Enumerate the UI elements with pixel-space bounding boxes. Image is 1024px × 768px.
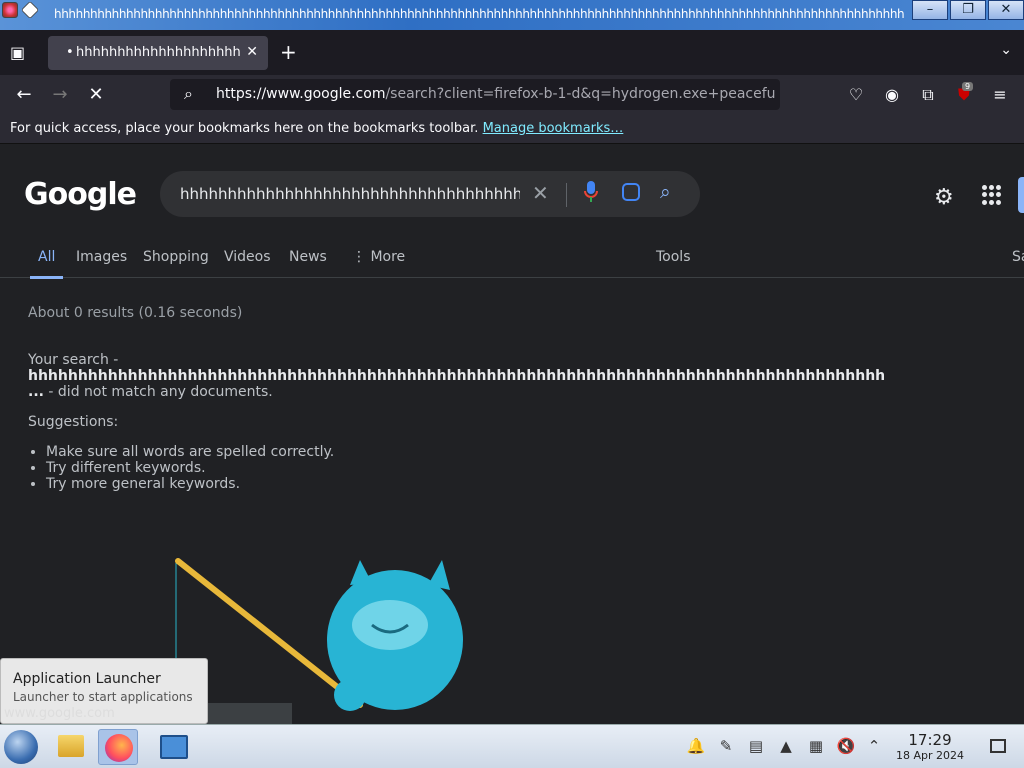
dark-box xyxy=(200,703,292,724)
taskbar-firefox[interactable] xyxy=(98,729,138,765)
taskbar-file-manager[interactable] xyxy=(50,729,90,765)
suggestion-item: Make sure all words are spelled correctl… xyxy=(46,444,334,460)
stop-loading-button[interactable]: ✕ xyxy=(84,83,108,107)
navigation-toolbar: ← → ✕ ⌕ https://www.google.com/search?cl… xyxy=(0,75,1024,115)
expand-tray-icon[interactable]: ⌃ xyxy=(864,737,884,755)
close-window-button[interactable]: ✕ xyxy=(988,0,1024,20)
tab-videos[interactable]: Videos xyxy=(224,249,271,265)
msg-prefix: Your search - xyxy=(28,352,119,368)
google-apps-icon[interactable] xyxy=(982,185,1002,205)
clock[interactable]: 17:29 18 Apr 2024 xyxy=(896,731,964,762)
url-bar[interactable]: ⌕ https://www.google.com/search?client=f… xyxy=(170,79,780,110)
minimize-button[interactable]: – xyxy=(912,0,948,20)
app-icon[interactable] xyxy=(2,2,18,18)
tab-title: hhhhhhhhhhhhhhhhhhhhhh xyxy=(76,45,240,60)
application-launcher-button[interactable] xyxy=(4,730,38,764)
result-stats: About 0 results (0.16 seconds) xyxy=(28,305,243,321)
tooltip-subtitle: Launcher to start applications xyxy=(13,690,193,704)
back-button[interactable]: ← xyxy=(12,83,36,107)
settings-gear-icon[interactable]: ⚙ xyxy=(934,185,954,210)
tab-shopping[interactable]: Shopping xyxy=(143,249,209,265)
restore-button[interactable]: ❐ xyxy=(950,0,986,20)
clipboard-tray-icon[interactable]: ▤ xyxy=(746,737,766,755)
browser-tab-active[interactable]: • hhhhhhhhhhhhhhhhhhhhhh ✕ xyxy=(48,36,268,70)
search-submit-icon[interactable]: ⌕ xyxy=(660,181,671,203)
search-icon: ⌕ xyxy=(184,84,193,103)
suggestions-list: Make sure all words are spelled correctl… xyxy=(28,444,334,492)
bookmarks-hint: For quick access, place your bookmarks h… xyxy=(10,121,479,136)
clock-date: 18 Apr 2024 xyxy=(896,749,965,762)
tools-button[interactable]: Tools xyxy=(656,249,691,265)
extension-badge: 9 xyxy=(962,82,974,91)
window-menu-icon[interactable] xyxy=(20,0,40,20)
sign-in-button[interactable] xyxy=(1018,177,1024,213)
window-title: hhhhhhhhhhhhhhhhhhhhhhhhhhhhhhhhhhhhhhhh… xyxy=(54,7,905,21)
extensions-icon[interactable]: ⧉ xyxy=(917,85,939,105)
fishing-monster-illustration xyxy=(175,558,463,711)
google-lens-icon[interactable] xyxy=(622,183,640,201)
remote-desktop-icon xyxy=(160,735,188,759)
manage-bookmarks-link[interactable]: Manage bookmarks… xyxy=(483,121,624,136)
show-desktop-icon[interactable] xyxy=(990,739,1006,753)
tab-images[interactable]: Images xyxy=(76,249,127,265)
status-url: www.google.com xyxy=(4,706,115,721)
bookmarks-toolbar: For quick access, place your bookmarks h… xyxy=(0,115,1024,144)
google-logo[interactable]: Google xyxy=(24,177,137,212)
loading-dot-icon: • xyxy=(66,45,74,60)
forward-button[interactable]: → xyxy=(48,83,72,107)
safesearch-button[interactable]: Sa xyxy=(1012,249,1024,265)
window-icons xyxy=(2,0,40,20)
taskbar: 🔔 ✎ ▤ ▲ ▦ 🔇 ⌃ 17:29 18 Apr 2024 xyxy=(0,724,1024,768)
notifications-icon[interactable]: 🔔 xyxy=(686,737,706,755)
window-controls: – ❐ ✕ xyxy=(910,0,1024,20)
clipboard-icon[interactable]: ▦ xyxy=(806,737,826,755)
search-separator xyxy=(566,183,567,207)
tab-close-icon[interactable]: ✕ xyxy=(246,44,258,60)
menu-hamburger-icon[interactable]: ≡ xyxy=(989,85,1011,104)
google-result-tabs: All Images Shopping Videos News ⋮ More T… xyxy=(0,245,1024,279)
updates-icon[interactable]: ▲ xyxy=(776,737,796,755)
suggestions-title: Suggestions: xyxy=(28,414,119,430)
tab-strip: ▣ • hhhhhhhhhhhhhhhhhhhhhh ✕ + ⌄ xyxy=(0,30,1024,75)
tab-all[interactable]: All xyxy=(29,249,64,279)
google-results-page: Google hhhhhhhhhhhhhhhhhhhhhhhhhhhhhhhhh… xyxy=(0,145,1024,724)
account-icon[interactable]: ◉ xyxy=(881,85,903,104)
no-results-message: Your search - hhhhhhhhhhhhhhhhhhhhhhhhhh… xyxy=(28,352,885,400)
tray-app-icon[interactable]: ✎ xyxy=(716,737,736,755)
tab-more[interactable]: ⋮ More xyxy=(352,249,405,265)
pocket-icon[interactable]: ♡ xyxy=(845,85,867,104)
search-query[interactable]: hhhhhhhhhhhhhhhhhhhhhhhhhhhhhhhhhhhhhhhh xyxy=(180,185,520,203)
tab-news[interactable]: News xyxy=(289,249,327,265)
clock-time: 17:29 xyxy=(908,731,952,749)
tooltip-title: Application Launcher xyxy=(13,671,161,687)
clear-search-icon[interactable]: ✕ xyxy=(532,181,549,205)
firefox-icon xyxy=(105,734,133,762)
suggestion-item: Try different keywords. xyxy=(46,460,334,476)
suggestion-item: Try more general keywords. xyxy=(46,476,334,492)
firefox-view-icon[interactable]: ▣ xyxy=(10,43,25,62)
window-titlebar: hhhhhhhhhhhhhhhhhhhhhhhhhhhhhhhhhhhhhhhh… xyxy=(0,0,1024,30)
folder-icon xyxy=(58,735,84,757)
msg-suffix: - did not match any documents. xyxy=(48,384,273,400)
list-all-tabs-icon[interactable]: ⌄ xyxy=(1000,42,1012,58)
new-tab-button[interactable]: + xyxy=(280,40,297,64)
volume-muted-icon[interactable]: 🔇 xyxy=(836,737,856,755)
url-text[interactable]: https://www.google.com/search?client=fir… xyxy=(216,86,776,102)
taskbar-remote-desktop[interactable] xyxy=(152,729,192,765)
google-search-box[interactable]: hhhhhhhhhhhhhhhhhhhhhhhhhhhhhhhhhhhhhhhh… xyxy=(160,171,700,217)
microphone-icon[interactable] xyxy=(584,180,598,204)
